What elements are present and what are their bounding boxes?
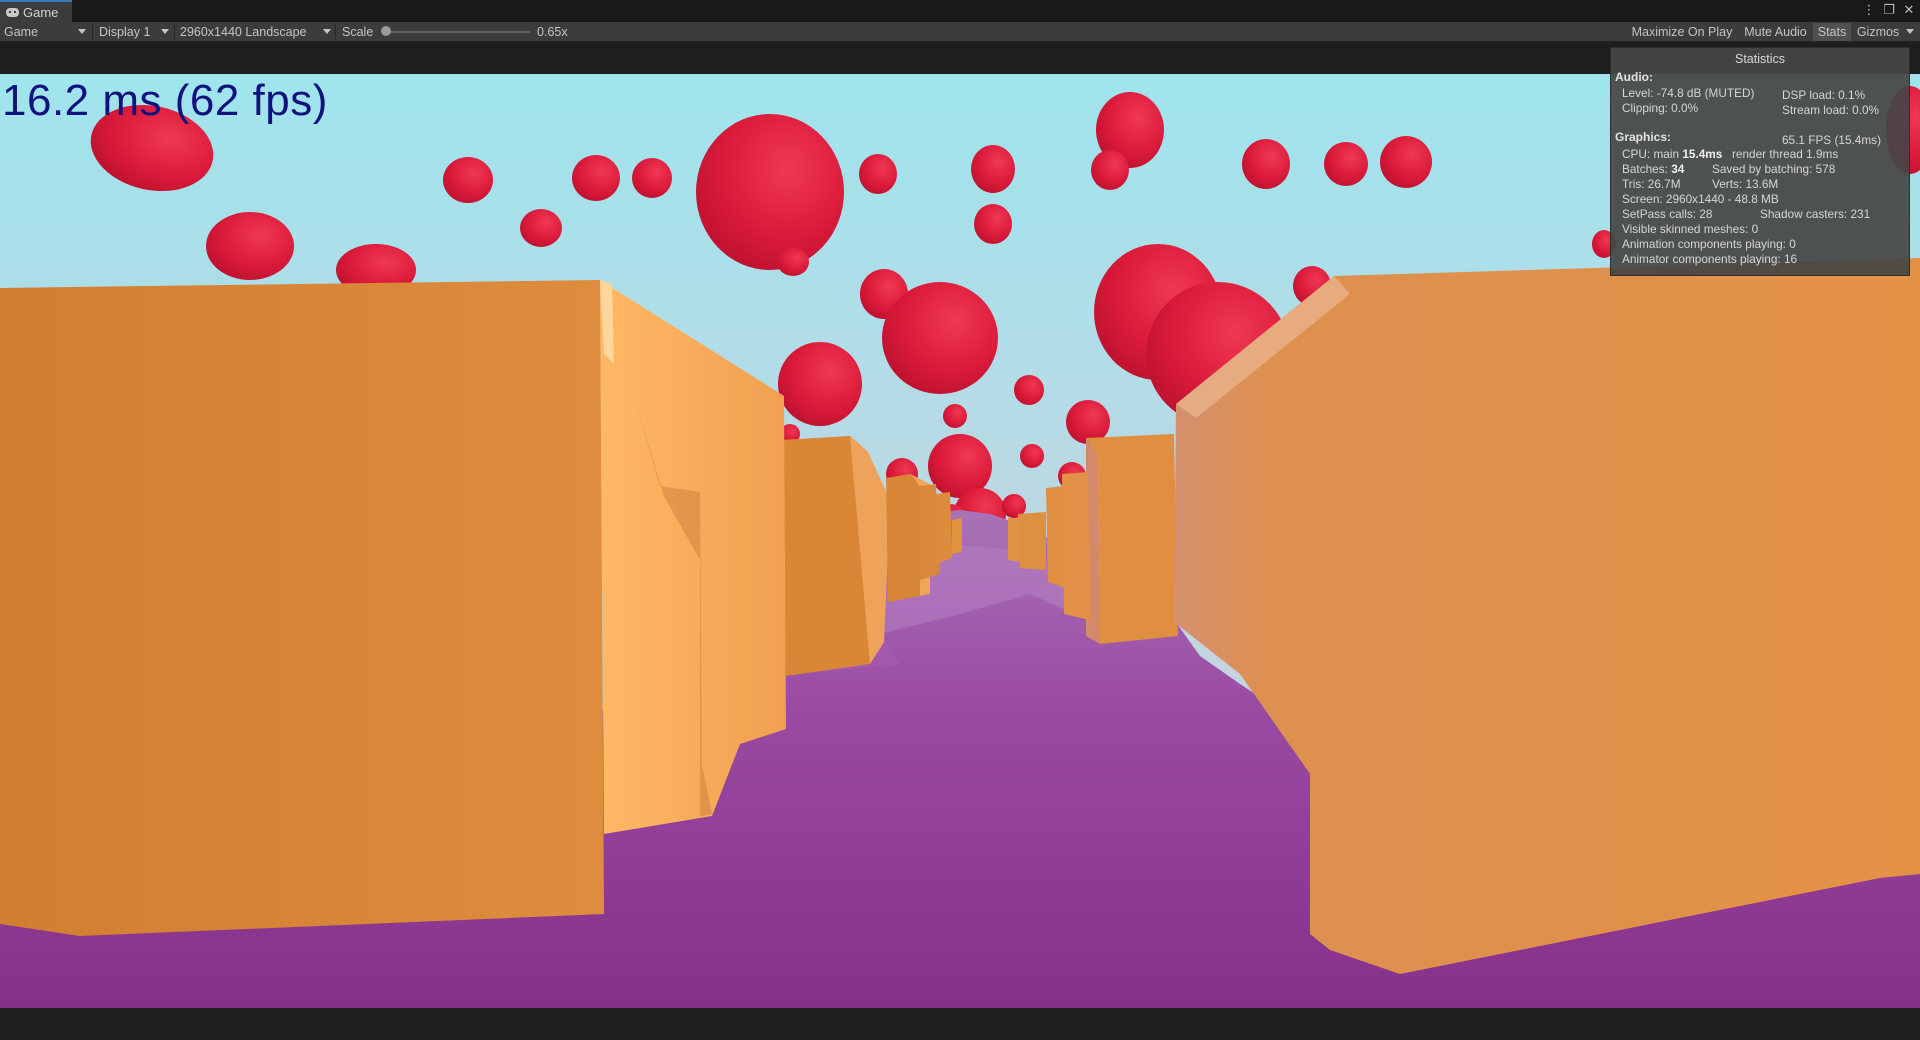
display-select[interactable]: Display 1 (99, 22, 171, 42)
window-controls: ⋮ ❐ ✕ (1862, 2, 1916, 18)
gizmos-button[interactable]: Gizmos (1853, 23, 1903, 41)
maximize-on-play-button[interactable]: Maximize On Play (1627, 23, 1737, 41)
fps-counter: 16.2 ms (62 fps) (2, 76, 328, 125)
tris: Tris: 26.7M (1622, 177, 1681, 191)
game-view-toolbar: Game Display 1 2960x1440 Landscape Scale… (0, 22, 1920, 42)
gizmos-dropdown-icon[interactable] (1906, 29, 1914, 34)
scale-slider-track[interactable] (384, 31, 530, 33)
fps-summary: 65.1 FPS (15.4ms) (1782, 133, 1882, 147)
animation-components: Animation components playing: 0 (1622, 237, 1796, 251)
resolution-select-label: 2960x1440 Landscape (180, 25, 307, 39)
shadow-casters: Shadow casters: 231 (1760, 207, 1871, 221)
scale-value: 0.65x (537, 25, 568, 39)
stats-button[interactable]: Stats (1813, 23, 1851, 41)
game-tab[interactable]: Game (0, 0, 72, 22)
audio-level: Level: -74.8 dB (MUTED) (1622, 86, 1755, 100)
mute-audio-button[interactable]: Mute Audio (1739, 23, 1812, 41)
wall-left-near (0, 280, 604, 936)
verts: Verts: 13.6M (1712, 177, 1779, 191)
screen-info: Screen: 2960x1440 - 48.8 MB (1622, 192, 1779, 206)
scale-label: Scale (342, 25, 374, 39)
statistics-title: Statistics (1734, 52, 1785, 66)
display-select-label: Display 1 (99, 25, 151, 39)
audio-clipping: Clipping: 0.0% (1622, 101, 1699, 115)
toolbar-divider (174, 24, 175, 40)
audio-header: Audio: (1615, 70, 1653, 84)
graphics-header: Graphics: (1615, 130, 1672, 144)
resolution-select[interactable]: 2960x1440 Landscape (180, 22, 332, 42)
view-select[interactable]: Game (4, 22, 88, 42)
toolbar-divider (92, 24, 93, 40)
chevron-down-icon (161, 29, 169, 34)
view-select-label: Game (4, 25, 39, 39)
batches-label: Batches: (1622, 162, 1668, 176)
dsp-load: DSP load: 0.1% (1782, 88, 1866, 102)
close-icon[interactable]: ✕ (1902, 2, 1916, 18)
scale-slider-handle[interactable] (381, 26, 391, 36)
game-tab-label: Game (23, 4, 59, 20)
editor-title-bar: Game ⋮ ❐ ✕ (0, 0, 1920, 22)
visible-skinned-meshes: Visible skinned meshes: 0 (1622, 222, 1759, 236)
stream-load: Stream load: 0.0% (1782, 103, 1880, 117)
chevron-down-icon (323, 29, 331, 34)
batches-value: 34 (1671, 162, 1685, 176)
cpu-main: CPU: main 15.4ms (1622, 147, 1722, 161)
toolbar-divider (335, 24, 336, 40)
render-thread: render thread 1.9ms (1732, 147, 1839, 161)
cpu-main-label: CPU: main (1622, 147, 1680, 161)
maximize-icon[interactable]: ❐ (1882, 2, 1896, 18)
letterbox-bottom (0, 1008, 1920, 1040)
saved-by-batching: Saved by batching: 578 (1712, 162, 1836, 176)
setpass-calls: SetPass calls: 28 (1622, 207, 1713, 221)
statistics-panel: Statistics Audio: Level: -74.8 dB (MUTED… (1610, 47, 1910, 276)
batches: Batches: 34 (1622, 162, 1684, 176)
gamepad-icon (6, 7, 19, 17)
animator-components: Animator components playing: 16 (1622, 252, 1798, 266)
chevron-down-icon (78, 29, 86, 34)
more-options-icon[interactable]: ⋮ (1862, 2, 1876, 18)
cpu-main-value: 15.4ms (1682, 147, 1723, 161)
